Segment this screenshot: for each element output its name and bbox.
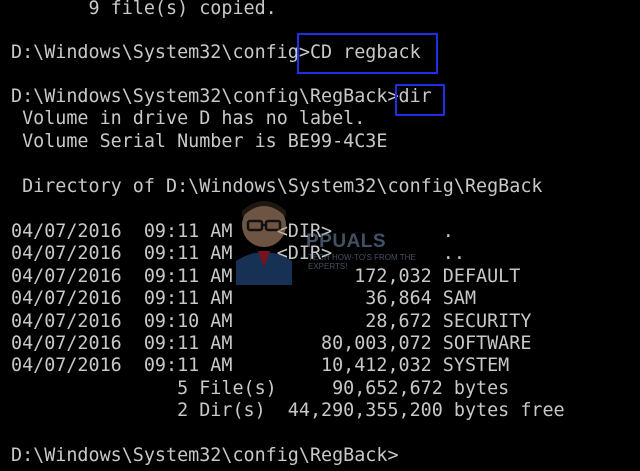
command-line-dir: D:\Windows\System32\config\RegBack>dir — [11, 86, 432, 107]
listing-row: 04/07/2016 09:11 AM 10,412,032 SYSTEM — [11, 355, 510, 376]
appuals-watermark: PPUALS TECH HOW-TO'S FROM THE EXPERTS! — [222, 195, 422, 285]
summary-files: 5 File(s) 90,652,672 bytes — [11, 378, 510, 399]
mascot-logo-icon — [236, 201, 292, 285]
output-volume-label: Volume in drive D has no label. — [11, 108, 366, 129]
output-line-files-copied: 9 file(s) copied. — [11, 0, 277, 19]
listing-row: 04/07/2016 09:10 AM 28,672 SECURITY — [11, 311, 532, 332]
listing-row: 04/07/2016 09:11 AM 80,003,072 SOFTWARE — [11, 333, 532, 354]
highlight-box-dir-command — [395, 84, 445, 116]
summary-dirs: 2 Dir(s) 44,290,355,200 bytes free — [11, 400, 565, 421]
command-prompt-window[interactable]: 9 file(s) copied. D:\Windows\System32\co… — [0, 0, 640, 471]
watermark-tagline: TECH HOW-TO'S FROM THE EXPERTS! — [308, 253, 416, 271]
output-volume-serial: Volume Serial Number is BE99-4C3E — [11, 131, 388, 152]
highlight-box-cd-command — [297, 33, 438, 74]
listing-row: 04/07/2016 09:11 AM 36,864 SAM — [11, 288, 477, 309]
prompt-line-current[interactable]: D:\Windows\System32\config\RegBack> — [11, 445, 399, 467]
watermark-brand: PPUALS — [306, 231, 387, 252]
